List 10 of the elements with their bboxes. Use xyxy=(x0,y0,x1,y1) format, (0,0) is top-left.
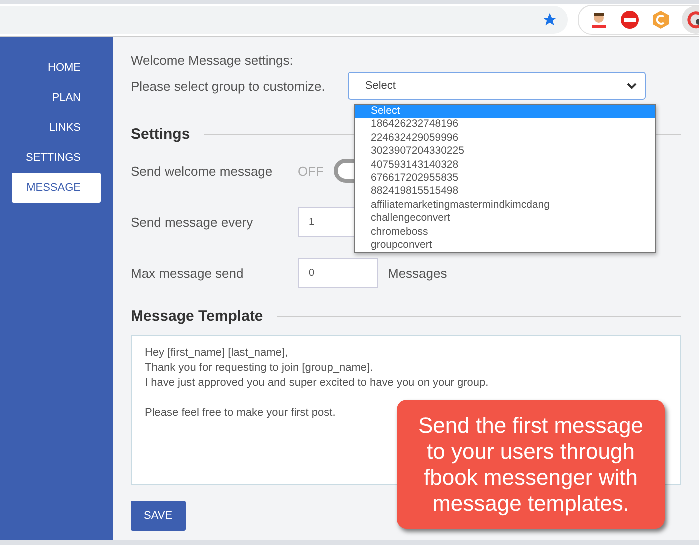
unit-label: Messages xyxy=(388,266,448,280)
field-label: Please select group to customize. xyxy=(131,78,326,94)
field-label: Send message every xyxy=(131,214,254,230)
callout-tooltip: Send the first message to your users through fbook messenger with message templates. xyxy=(397,400,665,529)
page-title: Welcome Message settings: xyxy=(131,53,294,68)
field-label: Send welcome message xyxy=(131,164,274,178)
toggle-state: OFF xyxy=(298,164,324,178)
field-label: Max message send xyxy=(131,266,245,280)
section-title: Settings xyxy=(131,126,190,143)
section-title: Message Template xyxy=(131,308,264,325)
